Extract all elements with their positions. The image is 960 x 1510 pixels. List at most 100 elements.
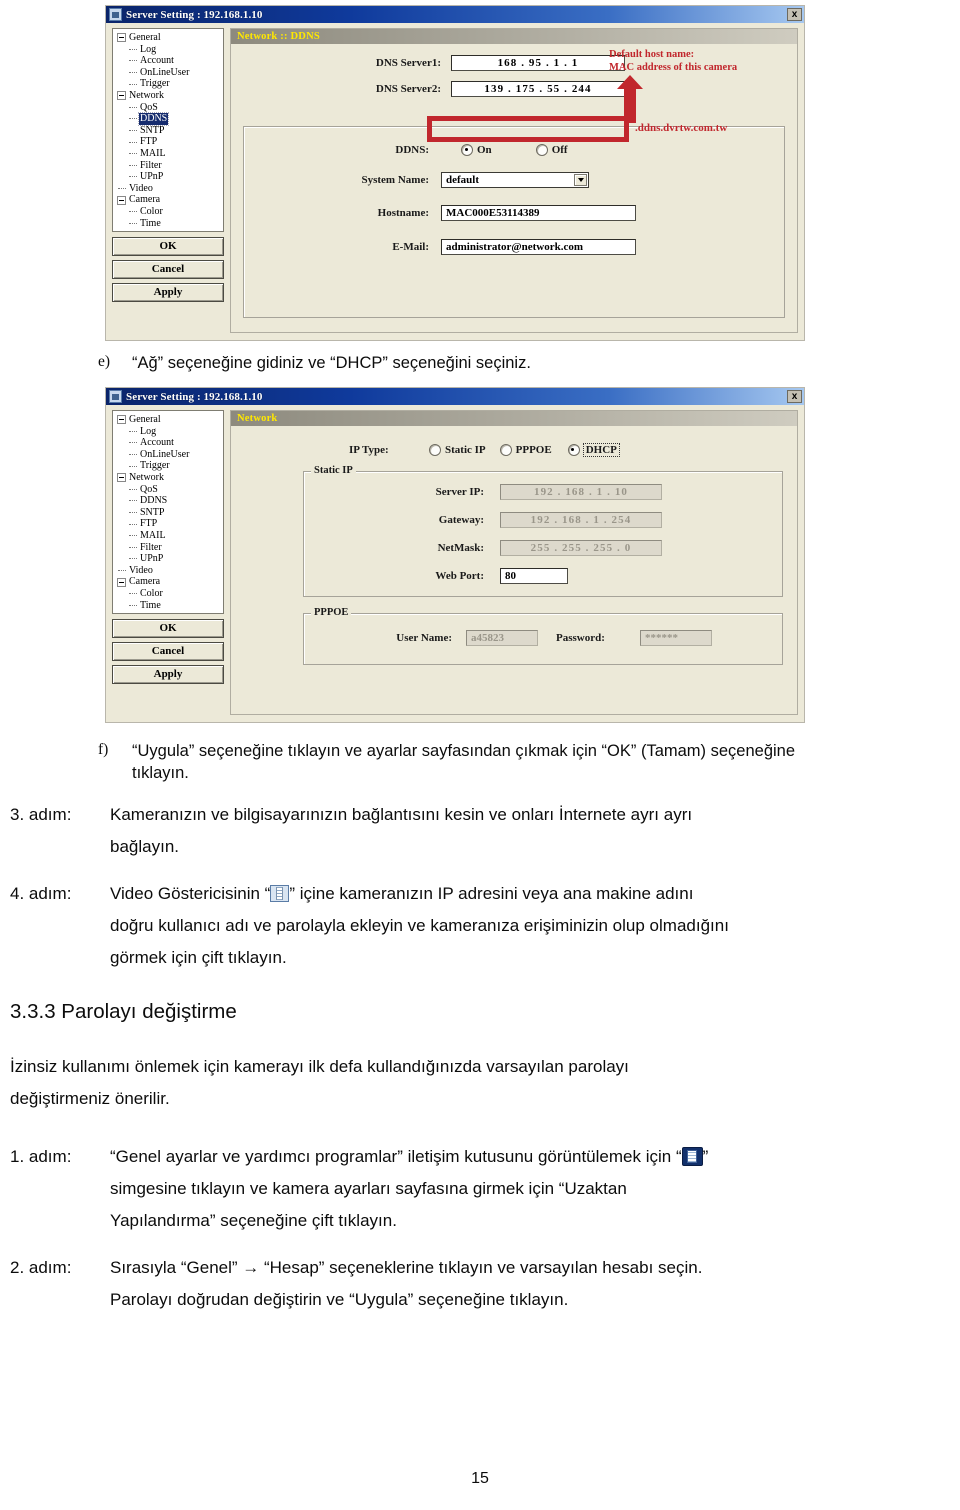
close-icon[interactable]: x: [787, 8, 802, 21]
section-heading-333: 3.3.3 Parolayı değiştirme: [10, 1000, 237, 1023]
tree-item-ddns[interactable]: DDNS: [117, 112, 221, 126]
ip-type-static-radio[interactable]: Static IP: [429, 444, 486, 456]
close-icon[interactable]: x: [787, 390, 802, 403]
video-viewer-icon: [270, 885, 290, 902]
gateway-input[interactable]: 192 . 168 . 1 . 254: [500, 512, 662, 528]
web-port-input[interactable]: 80: [500, 568, 568, 584]
web-port-value: 80: [505, 570, 516, 582]
tree-item-account[interactable]: Account: [117, 437, 221, 449]
ddns-groupbox: DDNS: On Off System Name: default Hostna…: [243, 126, 785, 318]
dialog-buttons-network: OK Cancel Apply: [112, 619, 224, 688]
tree-item-account[interactable]: Account: [117, 55, 221, 67]
tree-item-upnp[interactable]: UPnP: [117, 171, 221, 183]
settings-tree-network[interactable]: General Log Account OnLineUser Trigger Networ…: [112, 410, 224, 615]
collapse-icon[interactable]: [117, 473, 126, 483]
step-3-line-2: bağlayın.: [110, 837, 179, 856]
tree-item-time[interactable]: Time: [117, 600, 221, 612]
tree-item-sntp[interactable]: SNTP: [117, 125, 221, 137]
dns-server1-input[interactable]: 168 . 95 . 1 . 1: [451, 55, 625, 71]
collapse-icon[interactable]: [117, 415, 126, 425]
step-3-line-1: Kameranızın ve bilgisayarınızın bağlantı…: [110, 805, 693, 824]
ok-button[interactable]: OK: [112, 237, 224, 257]
user-name-value: a45823: [471, 632, 504, 644]
tree-branch-icon: [128, 589, 137, 598]
user-name-input[interactable]: a45823: [466, 630, 538, 646]
collapse-icon[interactable]: [117, 195, 126, 205]
tree-item-onlineuser[interactable]: OnLineUser: [117, 449, 221, 461]
tree-branch-icon: [128, 496, 137, 505]
collapse-icon[interactable]: [117, 33, 126, 43]
server-setting-ddns-window[interactable]: Server Setting : 192.168.1.10 x General L…: [105, 5, 808, 344]
tree-item-video[interactable]: Video: [117, 565, 221, 577]
system-name-select[interactable]: default: [441, 172, 589, 188]
ddns-on-radio[interactable]: On: [461, 144, 492, 156]
collapse-icon[interactable]: [117, 91, 126, 101]
settings-tree-ddns[interactable]: General Log Account OnLineUser Trigger Networ…: [112, 28, 224, 233]
tree-item-trigger[interactable]: Trigger: [117, 78, 221, 90]
tree-item-mail[interactable]: MAIL: [117, 530, 221, 542]
step-1-line-3: Yapılandırma” seçeneğine çift tıklayın.: [110, 1211, 397, 1230]
tree-branch-icon: [128, 126, 137, 135]
apply-button[interactable]: Apply: [112, 283, 224, 303]
tree-item-color[interactable]: Color: [117, 588, 221, 600]
ip-type-pppoe-radio[interactable]: PPPOE: [499, 444, 552, 456]
tree-item-general[interactable]: General: [117, 414, 221, 426]
tree-item-log[interactable]: Log: [117, 44, 221, 56]
tree-item-video[interactable]: Video: [117, 183, 221, 195]
tree-item-filter[interactable]: Filter: [117, 160, 221, 172]
tree-item-general[interactable]: General: [117, 32, 221, 44]
tree-item-log[interactable]: Log: [117, 426, 221, 438]
titlebar-network[interactable]: Server Setting : 192.168.1.10 x: [106, 388, 804, 405]
annotation-line-2: MAC address of this camera: [609, 61, 738, 73]
tree-item-camera[interactable]: Camera: [117, 194, 221, 206]
cancel-button[interactable]: Cancel: [112, 260, 224, 280]
tree-item-qos[interactable]: QoS: [117, 484, 221, 496]
app-icon: [109, 390, 122, 403]
hostname-input[interactable]: MAC000E53114389: [441, 205, 636, 221]
tree-item-ddns[interactable]: DDNS: [117, 495, 221, 507]
tree-item-label: DDNS: [140, 495, 168, 507]
ddns-off-radio[interactable]: Off: [535, 144, 568, 156]
ip-type-label: IP Type:: [349, 444, 389, 456]
tree-item-qos[interactable]: QoS: [117, 102, 221, 114]
ok-button[interactable]: OK: [112, 619, 224, 639]
tree-item-color[interactable]: Color: [117, 206, 221, 218]
server-setting-network-window[interactable]: Server Setting : 192.168.1.10 x General L…: [105, 387, 808, 726]
tree-item-camera[interactable]: Camera: [117, 576, 221, 588]
netmask-input[interactable]: 255 . 255 . 255 . 0: [500, 540, 662, 556]
pppoe-groupbox: PPPOE User Name: a45823 Password: ******: [303, 607, 783, 665]
cancel-button[interactable]: Cancel: [112, 642, 224, 662]
tree-item-sntp[interactable]: SNTP: [117, 507, 221, 519]
titlebar-ddns[interactable]: Server Setting : 192.168.1.10 x: [106, 6, 804, 23]
tree-item-ftp[interactable]: FTP: [117, 518, 221, 530]
tree-item-trigger[interactable]: Trigger: [117, 460, 221, 472]
row-ip-type: IP Type: Static IP PPPOE DHCP: [231, 443, 797, 457]
dialog-body-ddns: General Log Account OnLineUser Trigger Networ…: [106, 23, 804, 340]
tree-item-time[interactable]: Time: [117, 218, 221, 230]
tree-item-ftp[interactable]: FTP: [117, 136, 221, 148]
tree-item-upnp[interactable]: UPnP: [117, 553, 221, 565]
tree-item-label: Filter: [140, 541, 162, 553]
email-input[interactable]: administrator@network.com: [441, 239, 636, 255]
server-ip-input[interactable]: 192 . 168 . 1 . 10: [500, 484, 662, 500]
chevron-down-icon[interactable]: [574, 174, 587, 186]
tree-item-filter[interactable]: Filter: [117, 542, 221, 554]
dns-server2-input[interactable]: 139 . 175 . 55 . 244: [451, 81, 625, 97]
row-ddns-toggle: DDNS: On Off: [244, 144, 784, 156]
ip-type-dhcp-radio[interactable]: DHCP: [567, 443, 620, 457]
step-1-line-1: “Genel ayarlar ve yardımcı programlar” i…: [110, 1147, 708, 1167]
system-name-value: default: [446, 174, 479, 186]
email-value: administrator@network.com: [446, 241, 584, 253]
tree-item-network[interactable]: Network: [117, 472, 221, 484]
tree-item-onlineuser[interactable]: OnLineUser: [117, 67, 221, 79]
tree-item-mail[interactable]: MAIL: [117, 148, 221, 160]
ddns-label: DDNS:: [395, 144, 429, 156]
collapse-icon[interactable]: [117, 577, 126, 587]
system-name-label: System Name:: [361, 174, 429, 186]
ip-type-pppoe-label: PPPOE: [515, 444, 552, 456]
password-input[interactable]: ******: [640, 630, 712, 646]
window-title: Server Setting : 192.168.1.10: [126, 8, 263, 21]
tree-item-network[interactable]: Network: [117, 90, 221, 102]
tree-branch-icon: [128, 520, 137, 529]
apply-button[interactable]: Apply: [112, 665, 224, 685]
